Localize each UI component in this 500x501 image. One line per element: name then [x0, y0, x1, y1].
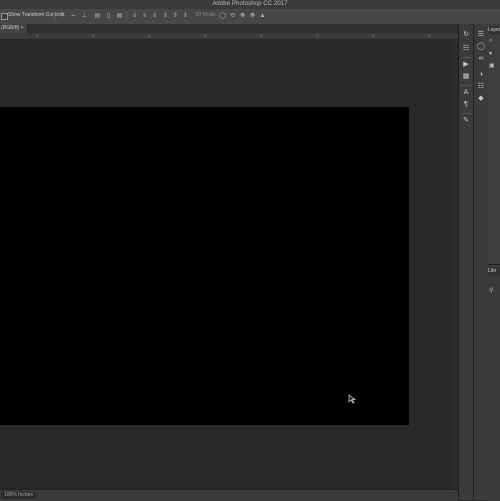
document-canvas[interactable]	[0, 107, 409, 425]
window-title: Adobe Photoshop CC 2017	[212, 1, 288, 7]
layers-icon[interactable]: ☰	[476, 30, 486, 40]
ruler-tick: 4	[148, 33, 151, 38]
3d-mode-label: 3D Mode:	[195, 12, 217, 18]
align-left-icon[interactable]: ▤	[93, 12, 102, 21]
ruler-tick: 8	[372, 33, 375, 38]
type-icon[interactable]: A	[461, 88, 471, 98]
brush-icon[interactable]: ✎	[461, 116, 471, 126]
distribute-horizontal-icon[interactable]: ‖	[171, 12, 180, 21]
panel-icon-strip: ↻ ☷ ▶ ▦ A ¶ ✎	[459, 24, 474, 500]
3d-scale-icon[interactable]: ▲	[258, 12, 267, 21]
history-icon[interactable]: ↻	[461, 30, 471, 40]
layers-panel: Layers ⌕ ▾ ▣ Libr ⚲	[488, 24, 500, 501]
actions-icon[interactable]: ▶	[461, 60, 471, 70]
show-transform-controls-label[interactable]: Show Transform Controls	[8, 12, 64, 18]
ruler-tick: 9	[428, 33, 431, 38]
distribute-center-icon[interactable]: ≡	[140, 12, 149, 21]
panel-icon-strip-2: ☰ ◯ ∞ ◑ ☷ ◆	[474, 24, 489, 500]
document-info[interactable]: 100% Inches	[1, 492, 36, 499]
distribute-bottom-icon[interactable]: ≡	[150, 12, 159, 21]
ruler-tick: 3	[92, 33, 95, 38]
align-top-icon[interactable]: ⊤	[58, 12, 67, 21]
divider	[126, 12, 127, 21]
divider	[461, 113, 471, 114]
lock-icon[interactable]: ▣	[489, 62, 495, 69]
info-icon[interactable]: ☷	[476, 82, 486, 92]
search-icon[interactable]: ⚲	[489, 287, 493, 294]
document-tab[interactable]: (RGB/8) ×	[0, 24, 28, 33]
canvas-workspace[interactable]	[0, 40, 458, 489]
divider	[54, 12, 55, 21]
align-bottom-icon[interactable]: ⊥	[80, 12, 89, 21]
libraries-panel-tab[interactable]: Libr	[488, 267, 500, 276]
layers-panel-tab[interactable]: Layers	[488, 26, 500, 35]
filter-icon[interactable]: ⌕	[489, 38, 492, 45]
3d-roll-icon[interactable]: ⟲	[228, 12, 237, 21]
align-vertical-center-icon[interactable]: ∸	[69, 12, 78, 21]
mouse-cursor-icon	[348, 394, 357, 404]
distribute-left-icon[interactable]: ‖	[161, 12, 170, 21]
align-horizontal-center-icon[interactable]: ▯	[104, 12, 113, 21]
ruler-tick: 7	[316, 33, 319, 38]
status-bar: 100% Inches	[0, 489, 458, 501]
divider	[461, 57, 471, 58]
3d-pan-icon[interactable]: ✥	[238, 12, 247, 21]
document-tab-bar: (RGB/8) ×	[0, 24, 458, 33]
color-icon[interactable]: ◑	[476, 70, 486, 80]
horizontal-ruler: 2 3 4 5 6 7 8 9	[0, 33, 458, 40]
align-right-icon[interactable]: ▤	[115, 12, 124, 21]
3d-orbit-icon[interactable]: ◯	[218, 12, 227, 21]
3d-slide-icon[interactable]: ✥	[248, 12, 257, 21]
distribute-top-icon[interactable]: ≡	[130, 12, 139, 21]
divider	[461, 85, 471, 86]
options-bar: Show Transform Controls ⊤ ∸ ⊥ ▤ ▯ ▤ ≡ ≡ …	[0, 9, 500, 25]
paths-icon[interactable]: ∞	[476, 54, 486, 64]
blend-mode-icon[interactable]: ▾	[489, 50, 492, 57]
channels-icon[interactable]: ◯	[476, 42, 486, 52]
shapes-icon[interactable]: ◆	[476, 94, 486, 104]
ruler-tick: 2	[36, 33, 39, 38]
show-transform-controls-checkbox[interactable]	[1, 13, 8, 20]
paragraph-icon[interactable]: ¶	[461, 100, 471, 110]
libraries-panel: Libr ⚲	[488, 264, 500, 501]
swatches-icon[interactable]: ▦	[461, 72, 471, 82]
ruler-tick: 6	[260, 33, 263, 38]
ruler-tick: 5	[204, 33, 207, 38]
properties-icon[interactable]: ☷	[461, 44, 471, 54]
distribute-right-icon[interactable]: ‖	[181, 12, 190, 21]
